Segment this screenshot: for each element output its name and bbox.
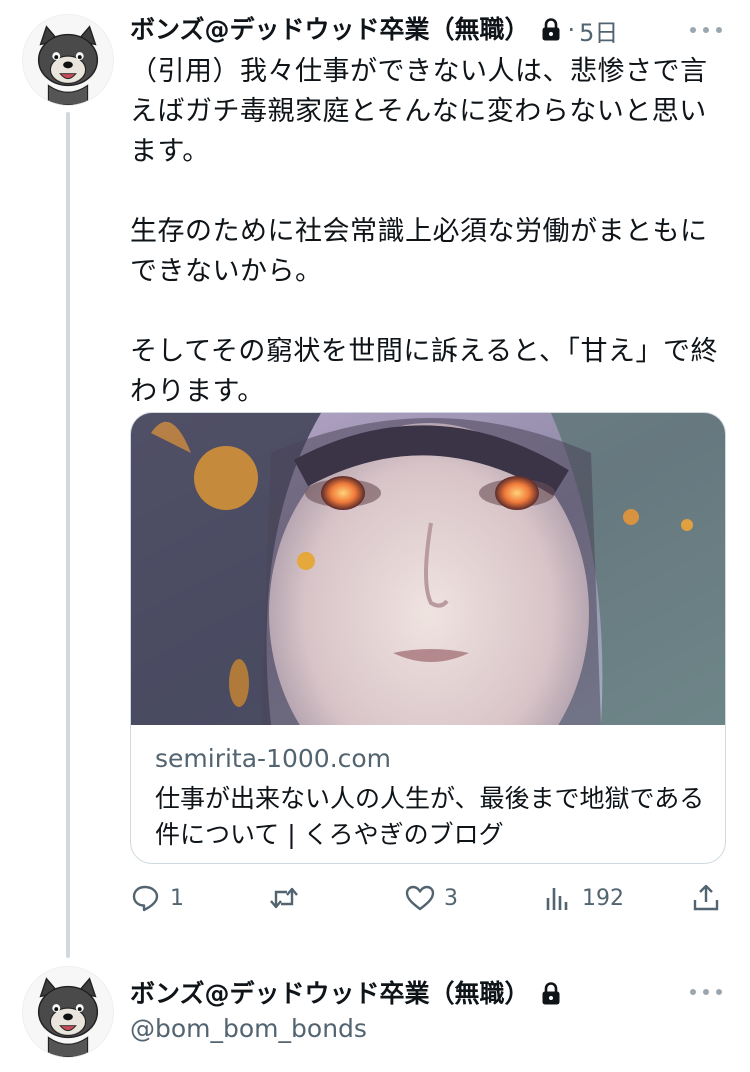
- thread-line: [66, 112, 70, 958]
- retweet-icon: [270, 887, 298, 909]
- retweet-button[interactable]: [268, 876, 308, 920]
- timestamp[interactable]: 5日: [579, 13, 618, 48]
- avatar[interactable]: [22, 14, 114, 106]
- views-icon: [546, 888, 568, 910]
- reply-icon: [132, 885, 159, 912]
- avatar[interactable]: [22, 966, 114, 1058]
- user-handle[interactable]: @bom_bom_bonds: [130, 1012, 367, 1046]
- separator-dot: ·: [567, 16, 576, 44]
- display-name[interactable]: ボンズ@デッドウッド卒業（無職）: [130, 14, 530, 46]
- tweet-paragraph: （引用）我々仕事ができない人は、悲惨さで言えばガチ毒親家庭とそんなに変わらないと…: [130, 56, 708, 167]
- avatar-dog-illustration: [23, 15, 113, 105]
- like-icon: [405, 885, 435, 911]
- tweet-paragraph: 生存のために社会常識上必須な労働がまともにできないから。: [130, 216, 708, 287]
- like-count: 3: [444, 885, 458, 911]
- card-image: [131, 413, 725, 725]
- tweet-text: （引用）我々仕事ができない人は、悲惨さで言えばガチ毒親家庭とそんなに変わらないと…: [130, 52, 730, 412]
- views-button[interactable]: 192: [542, 876, 624, 920]
- lock-icon: [540, 17, 562, 43]
- reply-count: 1: [170, 885, 184, 911]
- views-count: 192: [582, 885, 624, 911]
- tweet[interactable]: ボンズ@デッドウッド卒業（無職） · 5日 （引用）我々仕事ができない人は、悲惨…: [0, 0, 750, 960]
- tweet-header: ボンズ@デッドウッド卒業（無職） · 5日: [130, 12, 670, 48]
- more-icon[interactable]: [690, 982, 722, 1002]
- next-tweet-header: ボンズ@デッドウッド卒業（無職）: [130, 976, 670, 1012]
- share-button[interactable]: [690, 876, 722, 920]
- more-icon[interactable]: [690, 20, 722, 40]
- card-domain: semirita-1000.com: [155, 744, 392, 773]
- display-name[interactable]: ボンズ@デッドウッド卒業（無職）: [130, 978, 530, 1010]
- share-icon: [693, 884, 719, 911]
- card-title: 仕事が出来ない人の人生が、最後まで地獄である件について | くろやぎのブログ: [155, 784, 705, 849]
- avatar-dog-illustration: [23, 967, 113, 1057]
- like-button[interactable]: 3: [404, 876, 458, 920]
- reply-button[interactable]: 1: [130, 876, 184, 920]
- lock-icon: [540, 981, 562, 1007]
- tweet-paragraph: そしてその窮状を世間に訴えると、「甘え」で終わります。: [130, 336, 718, 407]
- tweet-actions: 1 3 192: [130, 876, 730, 920]
- link-card[interactable]: semirita-1000.com 仕事が出来ない人の人生が、最後まで地獄である…: [130, 412, 726, 864]
